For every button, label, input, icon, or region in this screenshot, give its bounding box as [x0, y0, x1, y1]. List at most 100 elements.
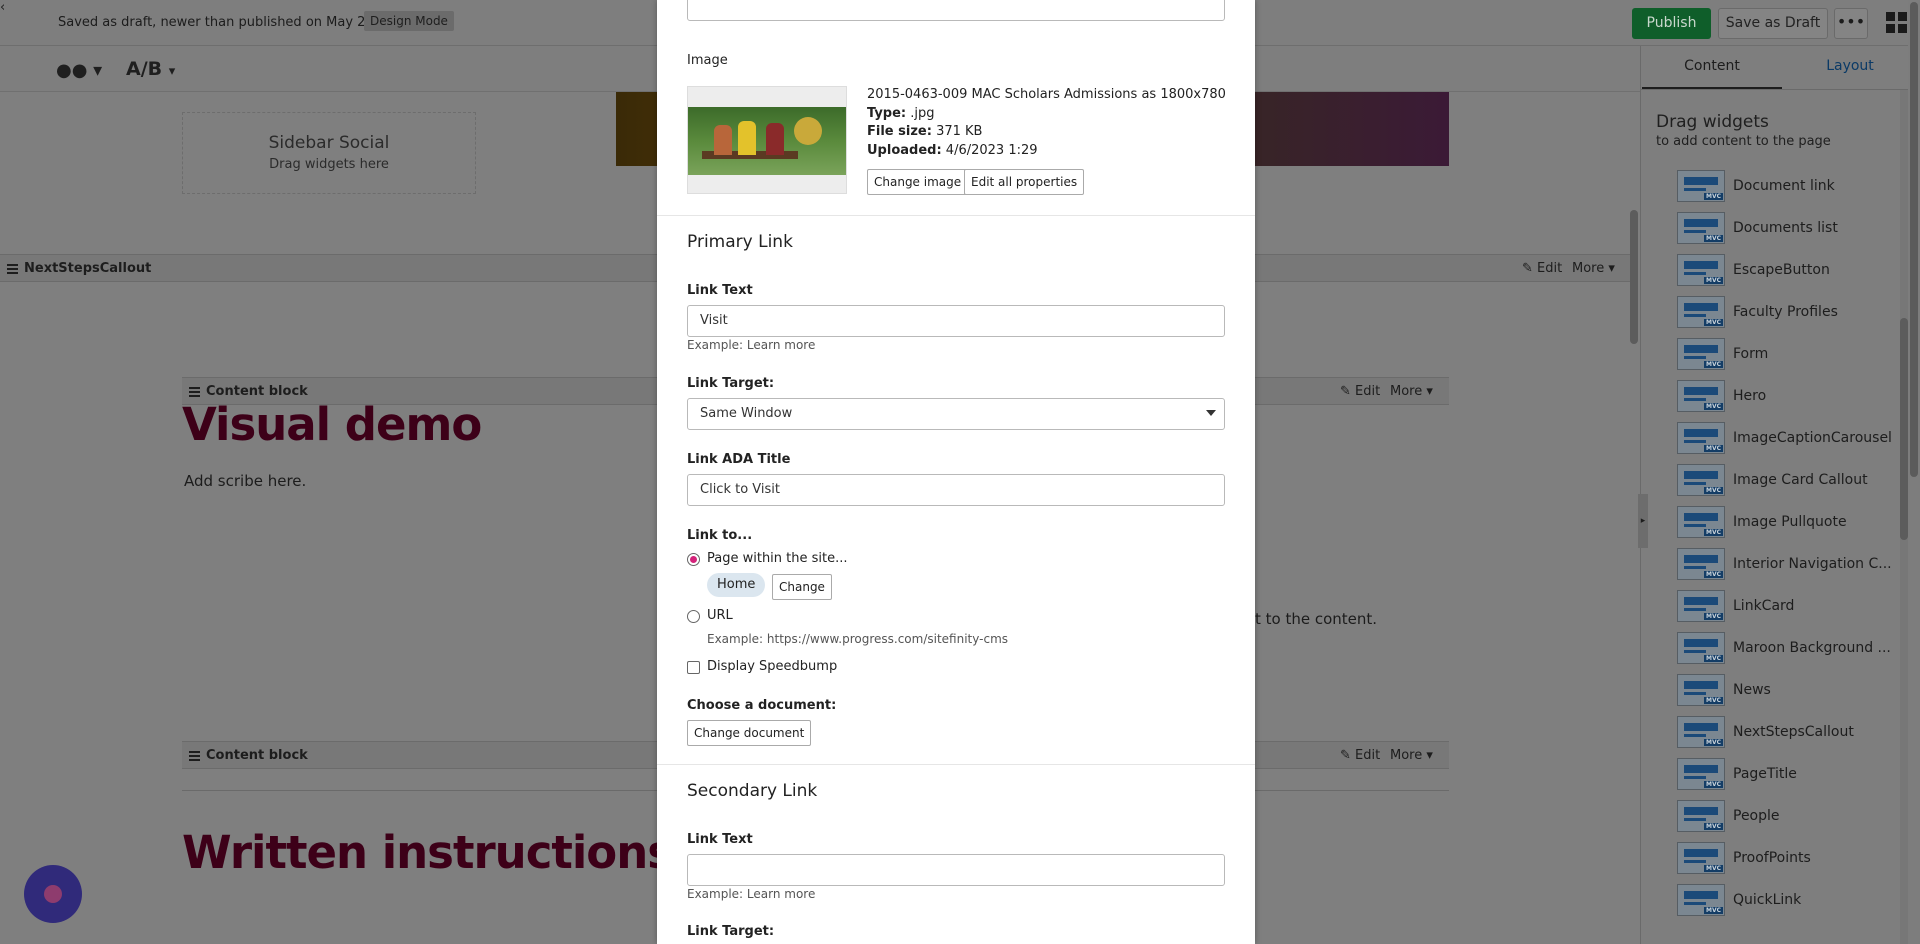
change-document-button[interactable]: Change document	[687, 720, 812, 746]
sec-link-text-help: Example: Learn more	[687, 887, 816, 901]
collapse-panel-toggle[interactable]: ▸	[1638, 494, 1648, 548]
widget-label: Hero	[1733, 388, 1767, 404]
secondary-link-heading: Secondary Link	[687, 781, 818, 801]
more-label: More	[1390, 384, 1423, 399]
drag-handle-icon[interactable]	[7, 264, 18, 274]
widget-item[interactable]: MVC Image Pullquote	[1677, 506, 1897, 540]
chat-icon	[44, 885, 62, 903]
widget-item[interactable]: MVC Hero	[1677, 380, 1897, 414]
save-as-draft-button[interactable]: Save as Draft	[1718, 8, 1828, 39]
link-text-help: Example: Learn more	[687, 338, 816, 352]
mvc-widget-icon: MVC	[1677, 296, 1725, 328]
panel-scroll-thumb[interactable]	[1900, 318, 1908, 540]
edit-button[interactable]: ✎ Edit	[1522, 261, 1562, 276]
mvc-widget-icon: MVC	[1677, 674, 1725, 706]
window-scroll-thumb[interactable]	[1910, 2, 1918, 477]
widget-item[interactable]: MVC PageTitle	[1677, 758, 1897, 792]
page-radio-label[interactable]: Page within the site...	[707, 551, 848, 566]
widget-label: ProofPoints	[1733, 850, 1811, 866]
widget-item[interactable]: MVC ImageCaptionCarousel	[1677, 422, 1897, 456]
more-label: More	[1390, 748, 1423, 763]
tab-layout[interactable]: Layout	[1780, 58, 1920, 74]
mvc-widget-icon: MVC	[1677, 758, 1725, 790]
section-divider	[657, 764, 1255, 765]
back-arrow-icon[interactable]: ‹	[0, 0, 26, 26]
widget-item[interactable]: MVC Faculty Profiles	[1677, 296, 1897, 330]
tab-content[interactable]: Content	[1642, 58, 1782, 74]
content-heading-visual-demo: Visual demo	[182, 398, 482, 451]
widget-label: NextStepsCallout	[1733, 724, 1854, 740]
widget-label: ImageCaptionCarousel	[1733, 430, 1892, 446]
more-actions-button[interactable]: •••	[1834, 8, 1868, 39]
mvc-widget-icon: MVC	[1677, 632, 1725, 664]
mvc-widget-icon: MVC	[1677, 884, 1725, 916]
url-radio[interactable]	[687, 610, 700, 623]
sec-link-text-label: Link Text	[687, 832, 753, 847]
url-radio-label[interactable]: URL	[707, 608, 733, 623]
widget-item[interactable]: MVC ProofPoints	[1677, 842, 1897, 876]
widget-item[interactable]: MVC Interior Navigation C...	[1677, 548, 1897, 582]
change-image-button[interactable]: Change image	[867, 169, 969, 195]
widget-edit-dialog: Image 2015-0463-009 MAC Scholars Admissi…	[657, 0, 1255, 944]
link-target-label: Link Target:	[687, 376, 775, 391]
widget-item[interactable]: MVC Documents list	[1677, 212, 1897, 246]
choose-document-label: Choose a document:	[687, 698, 837, 713]
edit-button[interactable]: ✎ Edit	[1340, 384, 1380, 399]
publish-button[interactable]: Publish	[1632, 8, 1711, 39]
chevron-down-icon: ▾	[168, 64, 176, 79]
mvc-widget-icon: MVC	[1677, 464, 1725, 496]
link-to-label: Link to...	[687, 528, 753, 543]
link-target-select[interactable]: Same Window	[687, 398, 1225, 430]
content-body-text: Add scribe here.	[184, 472, 307, 490]
mvc-widget-icon: MVC	[1677, 842, 1725, 874]
widget-item[interactable]: MVC News	[1677, 674, 1897, 708]
apps-grid-icon[interactable]	[1886, 12, 1908, 34]
mvc-widget-icon: MVC	[1677, 590, 1725, 622]
chat-launcher-button[interactable]	[24, 865, 82, 923]
change-page-button[interactable]: Change	[772, 574, 832, 600]
widget-item[interactable]: MVC Maroon Background ...	[1677, 632, 1897, 666]
sec-link-text-input[interactable]	[687, 854, 1225, 886]
sidebar-social-dropzone[interactable]: Sidebar Social Drag widgets here	[182, 112, 476, 194]
page-radio[interactable]	[687, 553, 700, 566]
widget-label: Image Pullquote	[1733, 514, 1847, 530]
widget-item[interactable]: MVC NextStepsCallout	[1677, 716, 1897, 750]
canvas-scrollbar[interactable]	[1630, 210, 1638, 344]
widget-label: Document link	[1733, 178, 1835, 194]
widget-label: Image Card Callout	[1733, 472, 1868, 488]
widget-label: LinkCard	[1733, 598, 1795, 614]
previous-field-input[interactable]	[687, 0, 1225, 21]
ab-test-toggle[interactable]: A/B ▾	[126, 58, 175, 80]
widget-item[interactable]: MVC LinkCard	[1677, 590, 1897, 624]
widget-item[interactable]: MVC Document link	[1677, 170, 1897, 204]
widget-item[interactable]: MVC Image Card Callout	[1677, 464, 1897, 498]
ab-label: A/B	[126, 58, 163, 80]
widget-item[interactable]: MVC QuickLink	[1677, 884, 1897, 918]
speedbump-label[interactable]: Display Speedbump	[707, 659, 837, 674]
personas-icon[interactable]: ●● ▾	[56, 60, 102, 81]
drag-handle-icon[interactable]	[189, 751, 200, 761]
more-menu-button[interactable]: More ▾	[1390, 748, 1433, 763]
widget-label: Faculty Profiles	[1733, 304, 1838, 320]
speedbump-checkbox[interactable]	[687, 661, 700, 674]
widget-item[interactable]: MVC EscapeButton	[1677, 254, 1897, 288]
image-uploaded: Uploaded: 4/6/2023 1:29	[867, 143, 1038, 158]
edit-button[interactable]: ✎ Edit	[1340, 748, 1380, 763]
panel-title: Drag widgets	[1656, 112, 1769, 132]
image-thumbnail	[687, 86, 847, 194]
widget-item[interactable]: MVC People	[1677, 800, 1897, 834]
size-label: File size:	[867, 124, 932, 139]
more-menu-button[interactable]: More ▾	[1390, 384, 1433, 399]
widget-item[interactable]: MVC Form	[1677, 338, 1897, 372]
ada-title-input[interactable]: Click to Visit	[687, 474, 1225, 506]
link-text-input[interactable]: Visit	[687, 305, 1225, 337]
mvc-widget-icon: MVC	[1677, 170, 1725, 202]
mvc-widget-icon: MVC	[1677, 716, 1725, 748]
edit-all-properties-button[interactable]: Edit all properties	[964, 169, 1085, 195]
uploaded-value: 4/6/2023 1:29	[945, 143, 1038, 158]
more-menu-button[interactable]: More ▾	[1572, 261, 1615, 276]
mvc-widget-icon: MVC	[1677, 380, 1725, 412]
image-label: Image	[687, 53, 728, 68]
drag-handle-icon[interactable]	[189, 387, 200, 397]
sidebar-social-hint: Drag widgets here	[269, 157, 389, 172]
